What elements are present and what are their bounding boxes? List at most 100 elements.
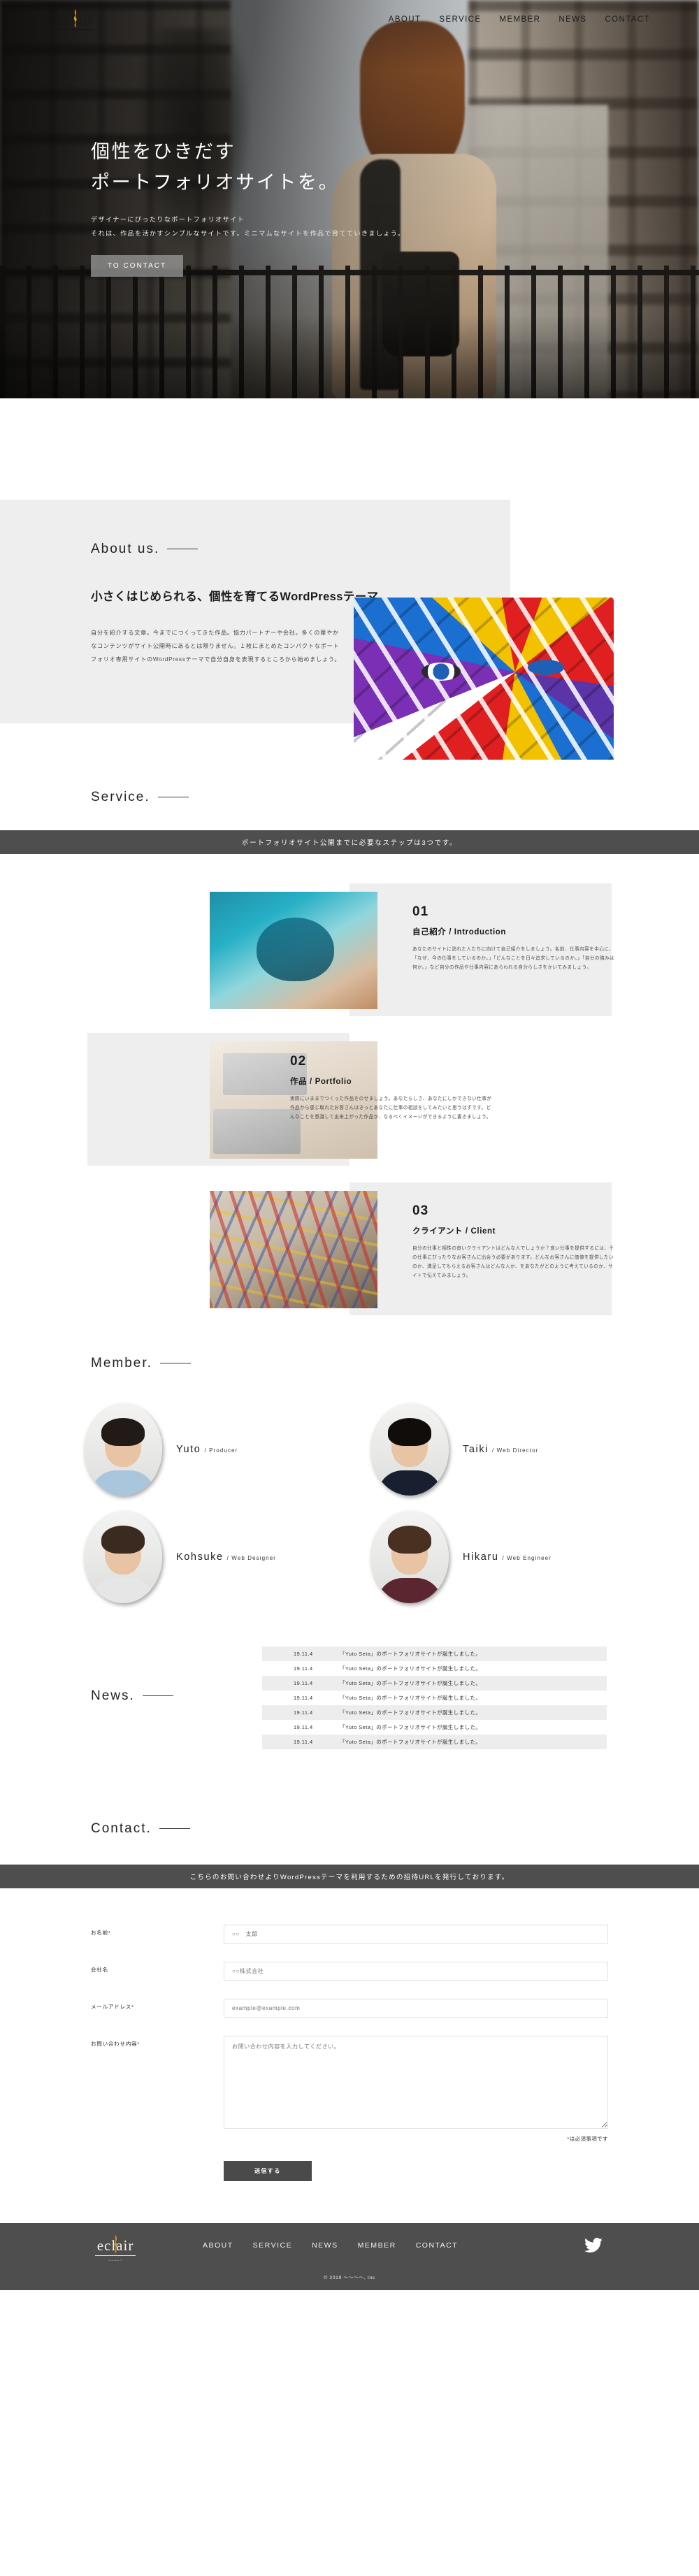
step-number: 02 xyxy=(290,1054,307,1069)
company-input[interactable] xyxy=(224,1962,608,1981)
footer-nav: ABOUT SERVICE NEWS MEMBER CONTACT xyxy=(203,2241,458,2250)
service-banner: ポートフォリオサイト公開までに必要なステップは3つです。 xyxy=(0,830,699,854)
member-section: Member. Yuto / Producer Taiki / Web Direct… xyxy=(0,1356,699,1603)
form-row-message: お問い合わせ内容* *は必須事項です xyxy=(91,2036,608,2143)
news-section: News. 19.11.4 「Yuto Seta」のポートフォリオサイトが誕生し… xyxy=(0,1647,699,1786)
news-title: 「Yuto Seta」のポートフォリオサイトが誕生しました。 xyxy=(340,1665,482,1672)
step-number: 01 xyxy=(412,904,429,919)
nav-item-member[interactable]: MEMBER xyxy=(499,15,540,24)
twitter-bird-svg xyxy=(584,2238,603,2253)
nav-item-about[interactable]: ABOUT xyxy=(389,15,421,24)
hero-cta-button[interactable]: TO CONTACT xyxy=(91,255,184,277)
step-text: 自分の仕事と相性の良いクライアントはどんな人でしょうか？良い仕事を提供するには、… xyxy=(412,1246,614,1278)
primary-nav: ABOUT SERVICE MEMBER NEWS CONTACT xyxy=(389,15,650,24)
contact-heading-text: Contact. xyxy=(91,1821,152,1836)
hero-lead: デザイナーにぴったりなポートフォリオサイト それは、作品を活かすシンプルなサイト… xyxy=(91,213,405,240)
news-date: 19.11.4 xyxy=(294,1665,313,1672)
bolt-svg xyxy=(73,9,77,28)
nav-item-contact[interactable]: CONTACT xyxy=(605,15,650,24)
email-control xyxy=(224,1999,608,2018)
about-content: About us. 小さくはじめられる、個性を育てるWordPressテーマ 自… xyxy=(91,542,384,667)
heading-rule xyxy=(159,1828,190,1829)
member-name: Taiki xyxy=(463,1444,489,1455)
hero-lead-line1: デザイナーにぴったりなポートフォリオサイト xyxy=(91,216,245,224)
member-role: / Web Engineer xyxy=(502,1555,552,1561)
form-row-email: メールアドレス* xyxy=(91,1999,608,2018)
email-input[interactable] xyxy=(224,1999,608,2018)
news-item[interactable]: 19.11.4 「Yuto Seta」のポートフォリオサイトが誕生しました。 xyxy=(262,1691,607,1705)
footer-nav-item-news[interactable]: NEWS xyxy=(312,2241,338,2250)
hero-copy: 個性をひきだす ポートフォリオサイトを。 デザイナーにぴったりなポートフォリオサ… xyxy=(91,137,405,277)
nav-item-service[interactable]: SERVICE xyxy=(439,15,481,24)
service-banner-text: ポートフォリオサイト公開までに必要なステップは3つです。 xyxy=(241,839,458,847)
name-control xyxy=(224,1925,608,1944)
news-title: 「Yuto Seta」のポートフォリオサイトが誕生しました。 xyxy=(340,1695,482,1701)
avatar xyxy=(370,1511,449,1603)
footer-nav-item-contact[interactable]: CONTACT xyxy=(416,2241,458,2250)
member-heading-text: Member. xyxy=(91,1356,152,1370)
news-item[interactable]: 19.11.4 「Yuto Seta」のポートフォリオサイトが誕生しました。 xyxy=(262,1676,607,1691)
member-role: / Web Designer xyxy=(226,1555,277,1561)
news-date: 19.11.4 xyxy=(294,1739,313,1745)
avatar-hair xyxy=(101,1418,145,1447)
member-heading: Member. xyxy=(91,1356,699,1371)
news-item[interactable]: 19.11.4 「Yuto Seta」のポートフォリオサイトが誕生しました。 xyxy=(262,1735,607,1749)
member-card[interactable]: Kohsuke / Web Designer xyxy=(84,1511,370,1603)
avatar-hair xyxy=(388,1418,431,1447)
member-card[interactable]: Hikaru / Web Engineer xyxy=(370,1511,657,1603)
footer-top-row: eclair • ——— • ABOUT SERVICE NEWS MEMBER… xyxy=(0,2223,699,2268)
news-title: 「Yuto Seta」のポートフォリオサイトが誕生しました。 xyxy=(340,1739,482,1745)
news-date: 19.11.4 xyxy=(294,1724,313,1730)
name-input[interactable] xyxy=(224,1925,608,1944)
site-header: eclair • ——— • ABOUT SERVICE MEMBER NEWS… xyxy=(0,0,699,39)
contact-form: お名前* 会社名 メールアドレス* お問い合わせ内容* *は必須事項です xyxy=(91,1925,608,2181)
avatar xyxy=(370,1403,449,1496)
footer-nav-item-about[interactable]: ABOUT xyxy=(203,2241,233,2250)
news-list: 19.11.4 「Yuto Seta」のポートフォリオサイトが誕生しました。 1… xyxy=(262,1647,607,1749)
news-item[interactable]: 19.11.4 「Yuto Seta」のポートフォリオサイトが誕生しました。 xyxy=(262,1647,607,1661)
news-item[interactable]: 19.11.4 「Yuto Seta」のポートフォリオサイトが誕生しました。 xyxy=(262,1705,607,1720)
member-label: Hikaru / Web Engineer xyxy=(463,1551,552,1563)
form-row-name: お名前* xyxy=(91,1925,608,1944)
step-body: 02 作品 / Portfolio 実際にいままでつくった作品をのせましょう。あ… xyxy=(290,1054,493,1122)
hero-section: eclair • ——— • ABOUT SERVICE MEMBER NEWS… xyxy=(0,0,699,398)
news-title: 「Yuto Seta」のポートフォリオサイトが誕生しました。 xyxy=(340,1680,482,1686)
hero-headline-line2: ポートフォリオサイトを。 xyxy=(91,171,340,193)
member-name: Kohsuke xyxy=(176,1551,224,1563)
footer-copyright: © 2019 ～～～～, Inc xyxy=(324,2275,375,2280)
submit-button[interactable]: 送信する xyxy=(224,2161,312,2181)
news-item[interactable]: 19.11.4 「Yuto Seta」のポートフォリオサイトが誕生しました。 xyxy=(262,1720,607,1735)
member-label: Yuto / Producer xyxy=(176,1443,238,1456)
hero-bottom-fade xyxy=(0,314,699,398)
footer-nav-item-service[interactable]: SERVICE xyxy=(253,2241,292,2250)
news-title: 「Yuto Seta」のポートフォリオサイトが誕生しました。 xyxy=(340,1724,482,1730)
form-row-company: 会社名 xyxy=(91,1962,608,1981)
member-card[interactable]: Yuto / Producer xyxy=(84,1403,370,1496)
about-heading-text: About us. xyxy=(91,542,160,556)
member-grid: Yuto / Producer Taiki / Web Director Kohsu… xyxy=(0,1403,699,1603)
news-date: 19.11.4 xyxy=(294,1709,313,1716)
twitter-icon[interactable] xyxy=(584,2238,603,2253)
message-control: *は必須事項です xyxy=(224,2036,608,2143)
about-image xyxy=(354,598,614,760)
step-image xyxy=(210,892,377,1009)
service-steps: 01 自己紹介 / Introduction あなたのサイトに訪れた人たちに向け… xyxy=(0,883,699,1315)
news-title: 「Yuto Seta」のポートフォリオサイトが誕生しました。 xyxy=(340,1709,482,1716)
company-control xyxy=(224,1962,608,1981)
service-heading: Service. xyxy=(91,790,699,805)
member-role: / Producer xyxy=(204,1447,238,1454)
about-title: 小さくはじめられる、個性を育てるWordPressテーマ xyxy=(91,591,379,603)
member-name: Hikaru xyxy=(463,1551,499,1563)
news-item[interactable]: 19.11.4 「Yuto Seta」のポートフォリオサイトが誕生しました。 xyxy=(262,1661,607,1676)
member-name: Yuto xyxy=(176,1444,201,1455)
message-textarea[interactable] xyxy=(224,2036,608,2129)
bolt-svg xyxy=(114,2235,117,2254)
site-logo[interactable]: eclair • ——— • xyxy=(49,8,101,36)
news-heading: News. xyxy=(91,1688,173,1704)
footer-logo[interactable]: eclair • ——— • xyxy=(89,2234,141,2262)
avatar-shirt xyxy=(91,1578,155,1603)
footer-nav-item-member[interactable]: MEMBER xyxy=(358,2241,396,2250)
member-card[interactable]: Taiki / Web Director xyxy=(370,1403,657,1496)
nav-item-news[interactable]: NEWS xyxy=(559,15,586,24)
avatar-shirt xyxy=(377,1578,442,1603)
